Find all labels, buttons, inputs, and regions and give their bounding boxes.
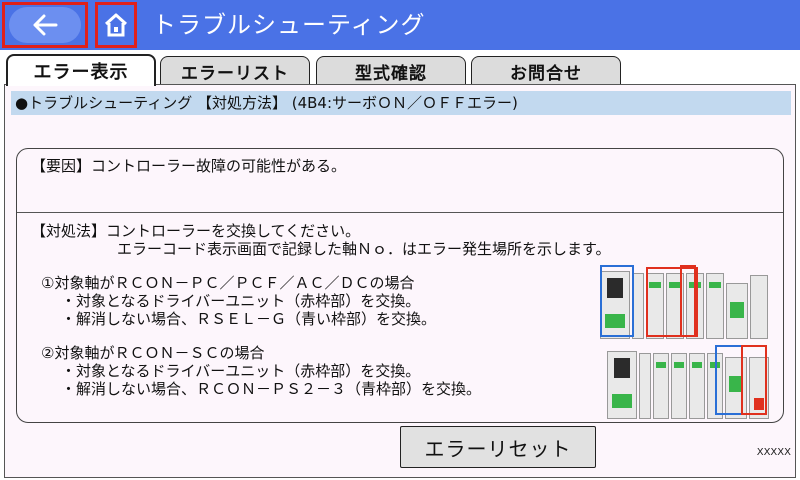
cause-text: 【要因】コントローラー故障の可能性がある。 xyxy=(17,149,783,213)
page-title: トラブルシューティング xyxy=(152,11,426,39)
main-panel: ●トラブルシューティング 【対処方法】 (4B4:サーボＯＮ／ＯＦＦエラー) 【… xyxy=(4,84,796,478)
driver-unit-red-frame xyxy=(680,265,696,337)
tab-contact[interactable]: お問合せ xyxy=(471,56,621,86)
troubleshoot-content: 【要因】コントローラー故障の可能性がある。 【対処法】コントローラーを交換してく… xyxy=(16,148,784,423)
title-bar: トラブルシューティング xyxy=(0,0,800,50)
remedy-subline: エラーコード表示画面で記録した軸Ｎｏ．はエラー発生場所を示します。 xyxy=(117,240,611,258)
tab-bar: エラー表示 エラーリスト 型式確認 お問合せ xyxy=(0,54,800,86)
arrow-left-icon xyxy=(33,14,58,36)
error-reset-button[interactable]: エラーリセット xyxy=(400,426,596,468)
rcon-pc-controller-image xyxy=(600,265,770,339)
remedy-section: 【対処法】コントローラーを交換してください。 エラーコード表示画面で記録した軸Ｎ… xyxy=(17,214,783,422)
rcon-ps2-3-blue-frame xyxy=(715,345,743,415)
rcon-sc-controller-image xyxy=(607,345,771,419)
breadcrumb: ●トラブルシューティング 【対処方法】 (4B4:サーボＯＮ／ＯＦＦエラー) xyxy=(11,91,791,115)
back-button-pill[interactable] xyxy=(9,7,81,43)
home-icon xyxy=(104,13,128,37)
driver-unit-red-frame xyxy=(741,345,767,415)
screen-code: XXXXX xyxy=(756,447,791,458)
case2-item2: ・解消しない場合、ＲＣＯＮ－ＰＳ２－３（青枠部）を交換。 xyxy=(61,380,482,398)
tab-model-check[interactable]: 型式確認 xyxy=(316,56,466,86)
back-button[interactable] xyxy=(2,2,88,48)
rsel-g-blue-frame xyxy=(600,265,634,337)
case1-item2: ・解消しない場合、ＲＳＥＬ－Ｇ（青い枠部）を交換。 xyxy=(61,310,437,328)
tab-error-display[interactable]: エラー表示 xyxy=(6,54,156,86)
tab-error-list[interactable]: エラーリスト xyxy=(160,56,310,86)
home-button[interactable] xyxy=(95,2,137,48)
